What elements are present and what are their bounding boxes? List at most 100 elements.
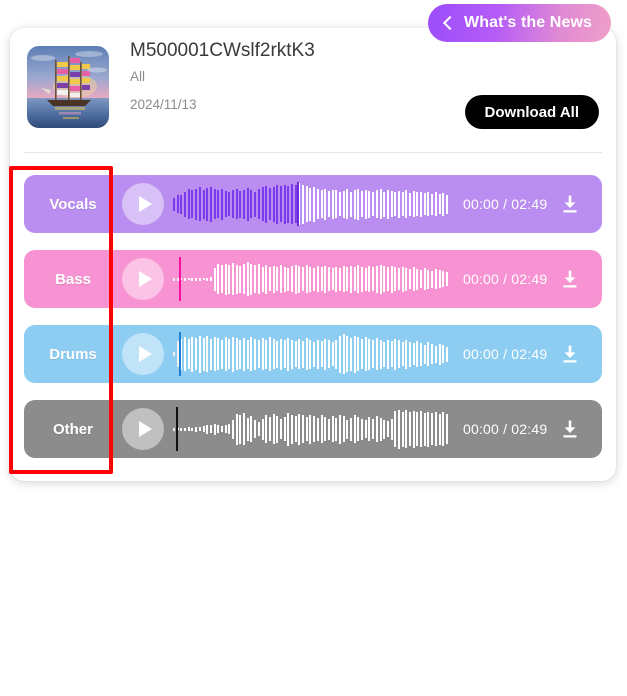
waveform-bar	[313, 186, 316, 222]
waveform-bar	[427, 269, 430, 289]
waveform-bar	[409, 341, 411, 367]
track-row-drums: Drums 00:00 / 02:49	[24, 325, 602, 383]
waveform-bar	[394, 411, 397, 447]
download-icon[interactable]	[559, 418, 581, 440]
waveform-bar	[261, 266, 264, 292]
waveform-bar	[313, 416, 316, 442]
waveform-bar	[445, 414, 448, 444]
waveform-bar	[350, 337, 352, 371]
track-meta: M500001CWslf2rktK3 All 2024/11/13	[130, 38, 315, 116]
waveform-bar	[442, 271, 445, 287]
waveform-bar	[397, 340, 400, 368]
waveform-bar	[353, 415, 356, 443]
waveform-bar	[338, 267, 341, 291]
play-button[interactable]	[122, 333, 164, 375]
waveform-bar	[416, 192, 419, 216]
waveform-bar	[327, 340, 330, 368]
waveform-bar	[250, 337, 253, 371]
waveform-bar	[353, 267, 356, 291]
play-button[interactable]	[122, 408, 164, 450]
play-button[interactable]	[122, 258, 164, 300]
playhead-cursor[interactable]	[178, 257, 181, 301]
waveform-bar	[442, 412, 445, 446]
waveform-bar	[379, 417, 382, 441]
whats-the-news-button[interactable]: What's the News	[428, 4, 611, 42]
waveform-bar	[316, 266, 319, 292]
waveform-bar	[279, 186, 282, 222]
waveform-bar	[228, 192, 231, 216]
waveform-bar	[246, 417, 249, 441]
waveform-bars	[173, 256, 449, 302]
chevron-left-icon	[440, 16, 454, 30]
waveform-bar	[327, 191, 330, 217]
waveform-bar	[335, 339, 338, 369]
waveform-bar	[316, 417, 319, 441]
waveform-bar	[379, 264, 382, 294]
waveform-bar	[401, 266, 404, 292]
waveform-bar	[357, 188, 360, 220]
play-icon	[138, 196, 152, 212]
waveform-bar	[291, 266, 293, 292]
waveform-bar	[420, 191, 423, 217]
waveform-bar	[368, 266, 371, 292]
waveform-bar	[276, 267, 279, 291]
waveform-bar	[224, 263, 227, 295]
waveform-bar	[232, 336, 234, 372]
waveform-bar	[243, 337, 246, 371]
waveform-seekbar[interactable]	[173, 331, 449, 377]
waveform-bar	[213, 337, 216, 371]
waveform-bar	[209, 277, 212, 281]
waveform-bar	[209, 186, 212, 222]
download-icon[interactable]	[559, 193, 581, 215]
track-date: 2024/11/13	[130, 97, 197, 112]
playhead-cursor[interactable]	[175, 407, 178, 451]
waveform-bar	[276, 184, 279, 224]
waveform-bar	[375, 416, 378, 442]
waveform-bar	[232, 419, 234, 439]
waveform-bar	[442, 192, 445, 216]
download-icon[interactable]	[559, 268, 581, 290]
waveform-seekbar[interactable]	[173, 256, 449, 302]
waveform-bar	[316, 189, 319, 219]
card-header: M500001CWslf2rktK3 All 2024/11/13 Downlo…	[10, 28, 616, 152]
waveform-bar	[335, 190, 338, 218]
waveform-bar	[327, 267, 330, 291]
waveform-bar	[390, 341, 393, 367]
track-artwork-thumbnail	[27, 46, 109, 128]
waveform-bar	[361, 418, 364, 440]
download-icon[interactable]	[559, 343, 581, 365]
waveform-bar	[379, 339, 382, 369]
track-row-other: Other 00:00 / 02:49	[24, 400, 602, 458]
waveform-bar	[305, 186, 308, 222]
waveform-bar	[265, 264, 268, 294]
waveform-bar	[283, 184, 286, 224]
waveform-bar	[202, 426, 205, 432]
waveform-bar	[379, 189, 382, 219]
waveform-bar	[405, 339, 408, 369]
waveform-bar	[401, 411, 404, 447]
waveform-bar	[298, 339, 301, 369]
waveform-bar	[187, 427, 190, 431]
playhead-cursor[interactable]	[178, 332, 181, 376]
waveform-bar	[191, 190, 194, 218]
waveform-bar	[250, 190, 253, 218]
waveform-bar	[261, 338, 264, 370]
waveform-bar	[173, 197, 175, 211]
waveform-bar	[246, 187, 249, 221]
waveform-bar	[268, 417, 271, 441]
waveform-bar	[250, 263, 253, 295]
waveform-seekbar[interactable]	[173, 406, 449, 452]
waveform-bar	[364, 189, 367, 219]
waveform-bar	[420, 270, 423, 288]
play-button[interactable]	[122, 183, 164, 225]
waveform-bar	[173, 352, 175, 356]
waveform-bar	[224, 191, 227, 217]
waveform-seekbar[interactable]	[173, 181, 449, 227]
waveform-bar	[261, 418, 264, 440]
waveform-bar	[383, 341, 386, 367]
playhead-cursor[interactable]	[297, 182, 300, 226]
waveform-bar	[224, 337, 227, 371]
download-all-button[interactable]: Download All	[464, 95, 599, 129]
waveform-bar	[198, 277, 201, 281]
waveform-bar	[268, 188, 271, 220]
